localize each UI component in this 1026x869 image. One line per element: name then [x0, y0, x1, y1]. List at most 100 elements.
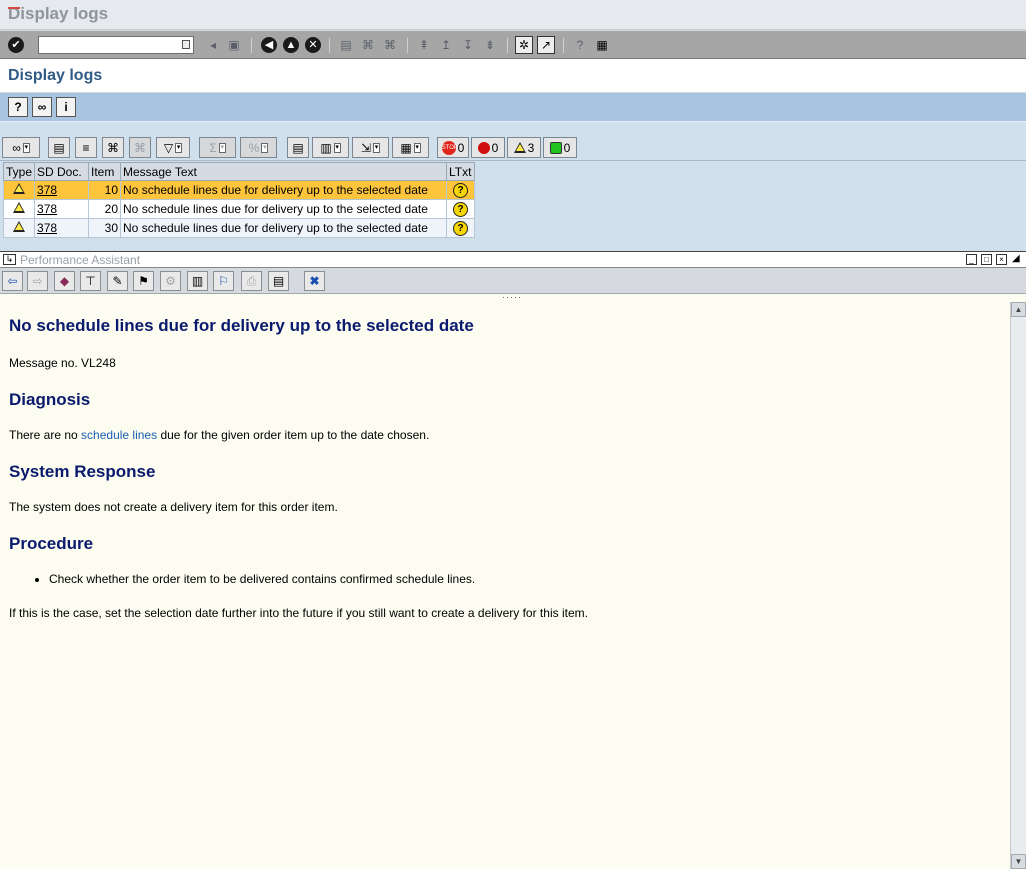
log-table: Type SD Doc. Item Message Text LTxt 378 …: [2, 162, 476, 238]
command-field[interactable]: [38, 36, 194, 54]
glossary-button[interactable]: ◆: [54, 271, 75, 291]
edit-button[interactable]: ✎: [107, 271, 128, 291]
glasses-details-button[interactable]: ∞: [32, 97, 52, 117]
sd-doc-link[interactable]: 378: [37, 221, 57, 235]
application-toolbar: ? ∞ i: [0, 93, 1026, 121]
sd-doc-cell: 378: [34, 199, 90, 219]
system-response-text: The system does not create a delivery it…: [9, 500, 338, 514]
column-header-sd-doc[interactable]: SD Doc.: [34, 162, 90, 181]
last-page-icon[interactable]: ⇟: [481, 36, 499, 54]
new-session-icon[interactable]: ✲: [515, 36, 533, 54]
ltxt-cell: ?: [446, 218, 476, 238]
settings-button[interactable]: ⚑: [133, 271, 154, 291]
warning-filter-button[interactable]: 3: [507, 137, 541, 158]
item-cell: 10: [88, 180, 122, 200]
print-preview-button[interactable]: ▤: [48, 137, 70, 158]
views-button[interactable]: ▥ ▾: [312, 137, 349, 158]
save-icon[interactable]: ▣: [225, 36, 243, 54]
find-next-button[interactable]: ⌘: [129, 137, 151, 158]
find-icon[interactable]: ⌘: [359, 36, 377, 54]
vertical-scrollbar[interactable]: ▲ ▼: [1010, 302, 1026, 869]
print-button[interactable]: ▤: [268, 271, 289, 291]
window-title: Display logs: [8, 4, 109, 23]
item-cell: 20: [88, 199, 122, 219]
sort-button[interactable]: ≡: [75, 137, 97, 158]
warning-icon: [13, 202, 25, 213]
column-header-type[interactable]: Type: [2, 162, 36, 181]
table-row[interactable]: 378 20 No schedule lines due for deliver…: [2, 199, 476, 219]
collapse-arrow-icon[interactable]: ◂: [204, 36, 222, 54]
disabled-print-button[interactable]: ⎙: [241, 271, 262, 291]
info-button[interactable]: i: [56, 97, 76, 117]
maximize-icon[interactable]: □: [981, 254, 992, 265]
find-next-icon[interactable]: ⌘: [381, 36, 399, 54]
table-row[interactable]: 378 10 No schedule lines due for deliver…: [2, 180, 476, 200]
book-button[interactable]: ▥: [187, 271, 208, 291]
layout-button[interactable]: ▦ ▾: [392, 137, 429, 158]
shortcut-icon[interactable]: ↗: [537, 36, 555, 54]
diagnosis-heading: Diagnosis: [9, 390, 91, 409]
details-button[interactable]: ∞ ▾: [2, 137, 40, 158]
column-header-item[interactable]: Item: [88, 162, 122, 181]
close-assistant-button[interactable]: ✖: [304, 271, 325, 291]
scroll-up-icon[interactable]: ▲: [1011, 302, 1026, 317]
help-icon[interactable]: ?: [571, 36, 589, 54]
print-button[interactable]: ▤: [287, 137, 309, 158]
flag-button[interactable]: ⚐: [213, 271, 234, 291]
long-text-icon[interactable]: ?: [453, 221, 469, 236]
window-title-bar: Display logs: [0, 0, 1026, 30]
error-count: 0: [491, 140, 499, 155]
diagnosis-text: There are no schedule lines due for the …: [9, 428, 1001, 442]
disabled-tool-button[interactable]: ⚙: [160, 271, 181, 291]
technical-info-button[interactable]: ⊤: [80, 271, 101, 291]
procedure-list: Check whether the order item to be deliv…: [9, 572, 1001, 586]
long-text-icon[interactable]: ?: [453, 202, 469, 217]
column-header-ltxt[interactable]: LTxt: [446, 162, 476, 181]
document-content: No schedule lines due for delivery up to…: [0, 302, 1010, 869]
schedule-lines-link[interactable]: schedule lines: [81, 428, 157, 442]
column-header-message-text[interactable]: Message Text: [120, 162, 448, 181]
assistant-title: Performance Assistant: [20, 253, 141, 267]
splitter-handle-icon[interactable]: ·····: [502, 292, 522, 302]
sum-button[interactable]: Σ ▾: [199, 137, 236, 158]
find-button[interactable]: ⌘: [102, 137, 124, 158]
scroll-down-icon[interactable]: ▼: [1011, 854, 1026, 869]
assistant-icon: ↳: [3, 254, 16, 265]
stop-filter-button[interactable]: STOP 0: [437, 137, 469, 158]
layout-menu-icon[interactable]: ▦: [593, 36, 611, 54]
ltxt-cell: ?: [446, 180, 476, 200]
sd-doc-link[interactable]: 378: [37, 183, 57, 197]
previous-page-icon[interactable]: ↥: [437, 36, 455, 54]
command-input[interactable]: [39, 37, 177, 53]
print-icon[interactable]: ▤: [337, 36, 355, 54]
warning-icon: [13, 183, 25, 194]
success-filter-button[interactable]: 0: [543, 137, 577, 158]
sd-doc-link[interactable]: 378: [37, 202, 57, 216]
diagnosis-text-start: There are no: [9, 428, 82, 442]
next-page-icon[interactable]: ↧: [459, 36, 477, 54]
minimize-icon[interactable]: _: [966, 254, 977, 265]
long-text-icon[interactable]: ?: [453, 183, 469, 198]
warning-count: 3: [527, 140, 535, 155]
help-button[interactable]: ?: [8, 97, 28, 117]
resize-grip-icon[interactable]: ◢: [1012, 253, 1020, 264]
subtotal-button[interactable]: % ▾: [240, 137, 277, 158]
exit-icon[interactable]: ▲: [283, 37, 299, 53]
export-button[interactable]: ⇲ ▾: [352, 137, 389, 158]
cancel-icon[interactable]: ✕: [305, 37, 321, 53]
back-arrow-button[interactable]: ⇦: [2, 271, 23, 291]
table-row[interactable]: 378 30 No schedule lines due for deliver…: [2, 218, 476, 238]
close-icon[interactable]: ×: [996, 254, 1007, 265]
green-light-icon: [549, 141, 562, 154]
back-icon[interactable]: ◀: [261, 37, 277, 53]
first-page-icon[interactable]: ⇞: [415, 36, 433, 54]
filter-button[interactable]: ▽ ▾: [156, 137, 190, 158]
stop-icon: STOP: [441, 140, 458, 155]
sd-doc-cell: 378: [34, 180, 90, 200]
success-count: 0: [563, 140, 571, 155]
forward-arrow-button[interactable]: ⇨: [27, 271, 48, 291]
error-filter-button[interactable]: 0: [471, 137, 505, 158]
command-dropdown-icon[interactable]: [182, 40, 190, 49]
enter-icon[interactable]: ✔: [8, 37, 24, 53]
type-cell: [2, 218, 36, 238]
